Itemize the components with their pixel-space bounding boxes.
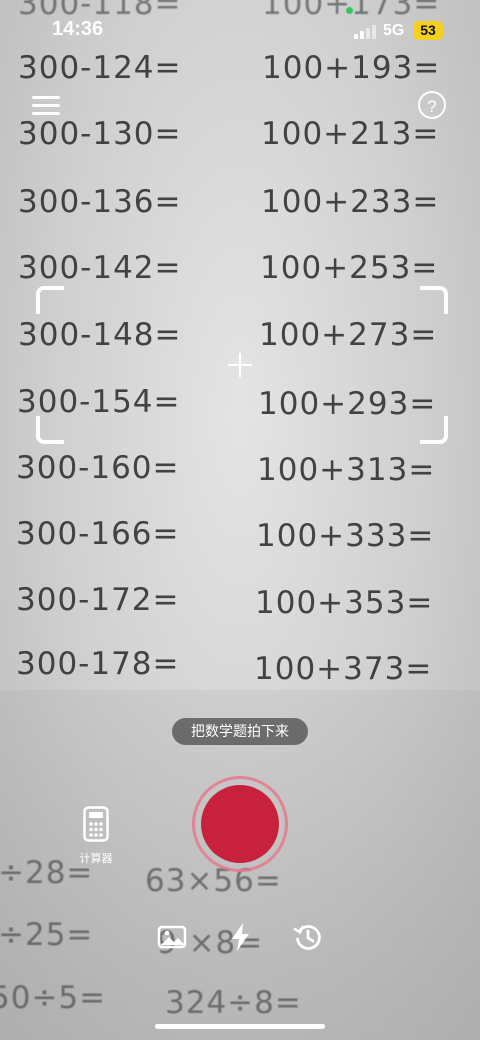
equation-text: ÷25=	[0, 917, 94, 953]
equation-text: 100+373=	[254, 651, 433, 687]
scan-frame-corner	[420, 416, 448, 444]
equation-text: 50÷5=	[0, 980, 107, 1016]
equation-text: 100+273=	[259, 317, 438, 353]
scan-frame-corner	[420, 286, 448, 314]
battery-indicator: 53	[413, 21, 443, 40]
image-gallery-icon[interactable]	[157, 922, 187, 952]
calculator-icon[interactable]	[76, 806, 116, 847]
equation-text: 100+313=	[257, 452, 436, 488]
scan-frame-corner	[36, 416, 64, 444]
equation-text: 300-154=	[17, 384, 181, 420]
capture-hint: 把数学题拍下来	[172, 718, 308, 745]
equation-text: 63×56=	[145, 863, 282, 899]
scan-frame-corner	[36, 286, 64, 314]
lightning-flash-icon[interactable]	[226, 922, 256, 952]
network-type: 5G	[383, 22, 405, 39]
equation-text: 100+233=	[261, 184, 440, 220]
equation-text: 300-130=	[18, 116, 182, 152]
question-mark-icon[interactable]: ?	[418, 91, 446, 119]
home-indicator[interactable]	[155, 1024, 325, 1029]
equation-text: 100+333=	[256, 518, 435, 554]
status-bar: 14:36 5G 53	[0, 0, 480, 62]
equation-text: 300-148=	[18, 317, 182, 353]
equation-text: 100+353=	[255, 585, 434, 621]
calculator-label[interactable]: 计算器	[72, 850, 120, 866]
status-time: 14:36	[52, 18, 104, 40]
shutter-button[interactable]	[201, 785, 279, 863]
equation-text: 300-136=	[18, 184, 182, 220]
equation-text: 100+213=	[261, 116, 440, 152]
equation-text: 300-172=	[16, 582, 180, 618]
equation-text: 324÷8=	[165, 985, 302, 1021]
equation-text: 100+253=	[260, 250, 439, 286]
cellular-signal-icon	[354, 25, 376, 39]
equation-text: 300-160=	[16, 450, 180, 486]
camera-viewfinder: 300-118= 100+173= 300-124= 300-130= 300-…	[0, 0, 480, 1040]
history-clock-icon[interactable]	[293, 922, 323, 952]
equation-text: 100+293=	[258, 386, 437, 422]
hamburger-menu-icon[interactable]	[32, 94, 62, 118]
camera-in-use-indicator	[346, 7, 353, 14]
equation-text: 300-166=	[16, 516, 180, 552]
equation-text: 300-142=	[18, 250, 182, 286]
equation-text: 300-178=	[16, 646, 180, 682]
crosshair-icon	[239, 353, 241, 377]
